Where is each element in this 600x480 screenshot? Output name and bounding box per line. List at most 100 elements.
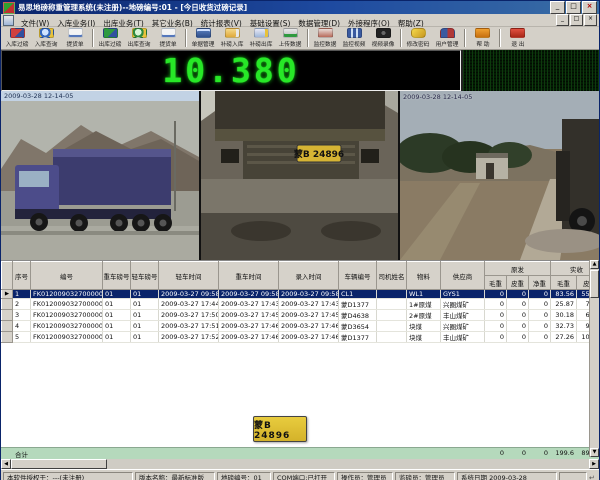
table-cell[interactable]: FK0120090327000004 <box>31 321 103 332</box>
table-cell[interactable]: 蒙D1377 <box>339 332 377 343</box>
table-cell[interactable]: 0 <box>507 321 529 332</box>
table-cell[interactable]: 01 <box>131 332 159 343</box>
table-cell[interactable] <box>377 321 407 332</box>
table-cell[interactable]: 丰山煤矿 <box>441 310 485 321</box>
table-cell[interactable]: 01 <box>103 299 131 310</box>
toolbar-button-document-manage[interactable]: 单据管理 <box>189 28 218 48</box>
toolbar-button-delivery-note[interactable]: 提货单 <box>154 28 183 48</box>
table-cell[interactable]: 2009-03-27 09:58:00 <box>159 290 219 299</box>
toolbar-button-outbound-search[interactable]: 出库查询 <box>125 28 154 48</box>
col-seq[interactable]: 序号 <box>13 262 31 290</box>
toolbar-button-delivery-note[interactable]: 提货单 <box>61 28 90 48</box>
table-cell[interactable]: 27.26 <box>551 332 577 343</box>
table-cell[interactable]: 83.56 <box>551 290 577 299</box>
scroll-up-icon[interactable]: ▲ <box>590 260 599 269</box>
toolbar-button-monitor-video[interactable]: 监控视频 <box>340 28 369 48</box>
scroll-left-icon[interactable]: ◀ <box>1 459 11 469</box>
col-driver-name[interactable]: 司机姓名 <box>377 262 407 290</box>
table-cell[interactable]: 2009-03-27 17:46:00 <box>279 321 339 332</box>
table-cell[interactable]: 0 <box>485 310 507 321</box>
col-origin-net[interactable]: 净重 <box>529 276 551 290</box>
col-light-time[interactable]: 轻车时间 <box>159 262 219 290</box>
table-cell[interactable]: 0 <box>529 299 551 310</box>
child-minimize-button[interactable]: _ <box>556 14 569 26</box>
table-row[interactable]: 2FK012009032700000201012009-03-27 17:44:… <box>2 299 600 310</box>
col-heavy-scale-no[interactable]: 重车磅号 <box>103 262 131 290</box>
table-cell[interactable] <box>377 299 407 310</box>
table-cell[interactable]: 25.87 <box>551 299 577 310</box>
col-light-scale-no[interactable]: 轻车磅号 <box>131 262 159 290</box>
table-cell[interactable]: 0 <box>529 310 551 321</box>
table-cell[interactable]: 兴圈煤矿 <box>441 299 485 310</box>
col-record-no[interactable]: 编号 <box>31 262 103 290</box>
table-cell[interactable]: FK0120090327000002 <box>31 299 103 310</box>
table-row[interactable]: ▶1FK012009032700000101012009-03-27 09:58… <box>2 290 600 299</box>
table-cell[interactable]: FK0120090327000005 <box>31 332 103 343</box>
toolbar-button-inbound-search[interactable]: 入库查询 <box>32 28 61 48</box>
camera-view-left[interactable]: 2009-03-28 12-14-05 <box>1 91 199 260</box>
table-cell[interactable]: 2009-03-27 09:58:00 <box>219 290 279 299</box>
table-cell[interactable]: CL1 <box>339 290 377 299</box>
toolbar-button-video-record[interactable]: 视频录像 <box>369 28 398 48</box>
table-cell[interactable]: 0 <box>485 332 507 343</box>
toolbar-button-change-password[interactable]: 修改密码 <box>404 28 433 48</box>
minimize-button[interactable]: _ <box>550 1 565 14</box>
toolbar-button-makeup-outbound[interactable]: 补磅出库 <box>247 28 276 48</box>
table-cell[interactable]: 5 <box>13 332 31 343</box>
toolbar-button-makeup-inbound[interactable]: 补磅入库 <box>218 28 247 48</box>
table-cell[interactable]: 30.18 <box>551 310 577 321</box>
table-cell[interactable]: 2 <box>13 299 31 310</box>
table-cell[interactable]: 丰山煤矿 <box>441 332 485 343</box>
row-selector-cell[interactable] <box>2 332 13 343</box>
horizontal-scrollbar[interactable]: ◀ ▶ <box>1 459 599 469</box>
table-cell[interactable]: GYS1 <box>441 290 485 299</box>
table-cell[interactable]: FK0120090327000001 <box>31 290 103 299</box>
table-cell[interactable]: 2009-03-27 09:58:00 <box>279 290 339 299</box>
table-cell[interactable]: 块煤 <box>407 332 441 343</box>
table-cell[interactable]: 蒙D3654 <box>339 321 377 332</box>
toolbar-button-exit[interactable]: 退 出 <box>503 28 532 48</box>
camera-view-center[interactable]: 蒙B 24896 <box>201 91 398 260</box>
toolbar-button-inbound-weigh[interactable]: 入库过磅 <box>3 28 32 48</box>
col-heavy-time[interactable]: 重车时间 <box>219 262 279 290</box>
table-cell[interactable] <box>377 290 407 299</box>
table-cell[interactable]: 01 <box>103 310 131 321</box>
table-cell[interactable]: 2009-03-27 17:45:00 <box>279 310 339 321</box>
table-cell[interactable]: 1#原煤 <box>407 299 441 310</box>
row-selector-cell[interactable] <box>2 310 13 321</box>
col-origin-gross[interactable]: 毛重 <box>485 276 507 290</box>
table-cell[interactable]: 01 <box>103 321 131 332</box>
table-cell[interactable]: 2009-03-27 17:45:00 <box>219 310 279 321</box>
row-selector-cell[interactable] <box>2 321 13 332</box>
child-close-button[interactable]: × <box>584 14 597 26</box>
table-cell[interactable]: 4 <box>13 321 31 332</box>
col-material[interactable]: 物料 <box>407 262 441 290</box>
row-selector-cell[interactable] <box>2 299 13 310</box>
table-cell[interactable]: 3 <box>13 310 31 321</box>
table-cell[interactable]: 2#原煤 <box>407 310 441 321</box>
table-cell[interactable]: 0 <box>529 290 551 299</box>
table-cell[interactable]: 1 <box>13 290 31 299</box>
table-cell[interactable]: WL1 <box>407 290 441 299</box>
table-cell[interactable]: 2009-03-27 17:51:00 <box>159 321 219 332</box>
table-cell[interactable]: 0 <box>485 321 507 332</box>
table-cell[interactable] <box>377 332 407 343</box>
child-restore-button[interactable]: □ <box>570 14 583 26</box>
vertical-scroll-thumb[interactable] <box>590 270 599 298</box>
col-entry-time[interactable]: 录入时间 <box>279 262 339 290</box>
table-cell[interactable]: 01 <box>103 332 131 343</box>
table-cell[interactable]: 2009-03-27 17:43:00 <box>279 299 339 310</box>
table-cell[interactable]: 01 <box>131 290 159 299</box>
close-button[interactable]: × <box>582 1 597 14</box>
maximize-button[interactable]: □ <box>566 1 581 14</box>
horizontal-scroll-thumb[interactable] <box>11 459 107 469</box>
toolbar-button-upload-data[interactable]: 上传数据 <box>276 28 305 48</box>
table-row[interactable]: 5FK012009032700000501012009-03-27 17:52:… <box>2 332 600 343</box>
table-cell[interactable]: 0 <box>485 299 507 310</box>
toolbar-button-monitor-data[interactable]: 监控数据 <box>311 28 340 48</box>
toolbar-button-outbound-weigh[interactable]: 出库过磅 <box>96 28 125 48</box>
table-cell[interactable]: 兴圈煤矿 <box>441 321 485 332</box>
table-cell[interactable]: 块煤 <box>407 321 441 332</box>
col-received-gross[interactable]: 毛重 <box>551 276 577 290</box>
table-cell[interactable]: 0 <box>485 290 507 299</box>
